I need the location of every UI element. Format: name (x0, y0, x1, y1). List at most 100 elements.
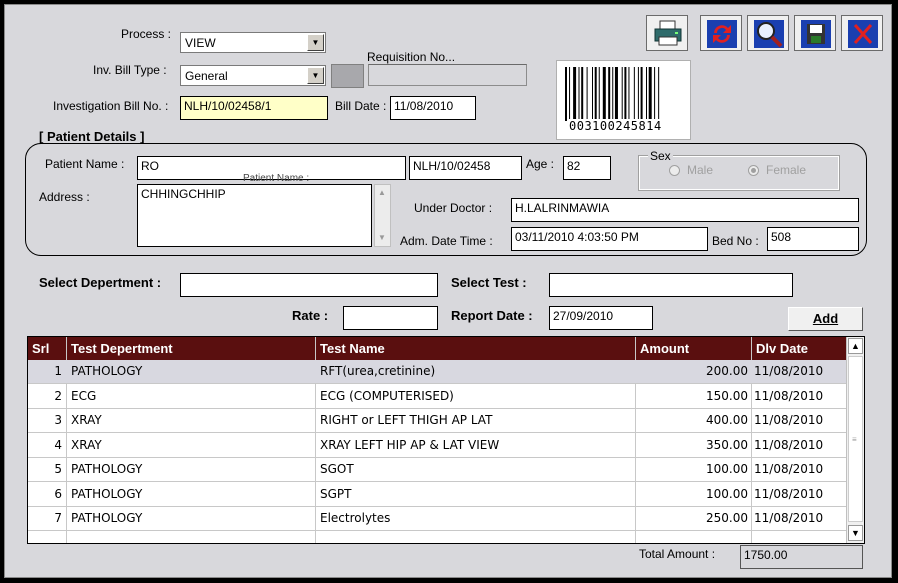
adm-date-time-field[interactable]: 03/11/2010 4:03:50 PM (511, 227, 708, 251)
investigation-bill-no-label: Investigation Bill No. : (53, 99, 169, 113)
age-label: Age : (526, 157, 555, 171)
select-department-field[interactable] (180, 273, 438, 297)
report-date-field[interactable]: 27/09/2010 (549, 306, 653, 330)
table-row[interactable]: 4 XRAY XRAY LEFT HIP AP & LAT VIEW 350.00 11… (28, 434, 846, 458)
row-dept: ECG (71, 388, 97, 403)
female-radio[interactable] (748, 165, 759, 176)
address-label: Address : (39, 190, 90, 204)
row-dept: PATHOLOGY (71, 486, 143, 501)
row-test: RIGHT or LEFT THIGH AP LAT (320, 413, 493, 427)
patient-id-field[interactable]: NLH/10/02458 (409, 156, 522, 180)
row-test: SGPT (320, 486, 352, 501)
select-department-label: Select Depertment : (39, 275, 162, 290)
rate-field[interactable] (343, 306, 438, 330)
row-date: 11/08/2010 (754, 437, 824, 452)
rate-label: Rate : (292, 308, 329, 323)
chevron-down-icon[interactable]: ▼ (307, 34, 324, 51)
tests-grid[interactable]: Srl Test Depertment Test Name Amount Dlv… (27, 336, 865, 544)
row-amount: 200.00 (706, 364, 748, 378)
row-test: Electrolytes (320, 511, 391, 525)
process-combo[interactable]: VIEW ▼ (180, 32, 326, 53)
col-date-header[interactable]: Dlv Date (756, 341, 808, 356)
barcode-number: 003100245814 (569, 119, 662, 133)
inv-bill-type-value: General (185, 69, 228, 83)
adm-date-time-label: Adm. Date Time : (400, 234, 493, 248)
row-date: 11/08/2010 (754, 388, 824, 403)
table-row[interactable]: 3 XRAY RIGHT or LEFT THIGH AP LAT 400.00 11/… (28, 409, 846, 433)
age-field[interactable]: 82 (563, 156, 611, 180)
col-test-header[interactable]: Test Name (320, 341, 385, 356)
table-row[interactable]: 5 PATHOLOGY SGOT 100.00 11/08/2010 (28, 458, 846, 482)
process-value: VIEW (185, 36, 216, 50)
male-radio[interactable] (669, 165, 680, 176)
chevron-down-icon[interactable]: ▼ (307, 67, 324, 84)
male-label: Male (687, 163, 714, 177)
row-srl: 4 (54, 437, 62, 452)
grid-header: Srl Test Depertment Test Name Amount Dlv… (28, 337, 846, 360)
row-dept: XRAY (71, 413, 102, 427)
row-srl: 2 (54, 388, 62, 403)
row-date: 11/08/2010 (754, 364, 824, 378)
bill-date-label: Bill Date : (335, 99, 387, 113)
table-row[interactable]: 6 PATHOLOGY SGPT 100.00 11/08/2010 (28, 483, 846, 507)
table-row[interactable]: 7 PATHOLOGY Electrolytes 250.00 11/08/2010 (28, 507, 846, 531)
row-date: 11/08/2010 (754, 462, 824, 476)
investigation-bill-form: Process : VIEW ▼ Inv. Bill Type : Genera… (4, 4, 892, 578)
address-field[interactable]: CHHINGCHHIP (137, 184, 372, 247)
close-icon (848, 20, 878, 48)
row-date: 11/08/2010 (754, 511, 824, 525)
under-doctor-field[interactable]: H.LALRINMAWIA (511, 198, 859, 222)
row-srl: 5 (54, 462, 62, 476)
row-dept: XRAY (71, 437, 102, 452)
process-label: Process : (121, 27, 172, 41)
row-dept: PATHOLOGY (71, 364, 143, 378)
row-amount: 100.00 (706, 462, 748, 476)
search-icon (754, 20, 784, 48)
col-amount-header[interactable]: Amount (640, 341, 689, 356)
barcode-image (565, 67, 660, 121)
requisition-no-label: Requisition No... (367, 50, 456, 64)
table-row[interactable]: 1 PATHOLOGY RFT(urea,cretinine) 200.00 11/08… (28, 360, 846, 384)
scroll-thumb[interactable]: ≡ (848, 356, 863, 522)
patient-details-heading: [ Patient Details ] (39, 129, 145, 144)
select-test-field[interactable] (549, 273, 793, 297)
report-date-label: Report Date : (451, 308, 533, 323)
inv-bill-type-label: Inv. Bill Type : (93, 63, 167, 77)
row-test: XRAY LEFT HIP AP & LAT VIEW (320, 437, 500, 452)
scroll-down-icon[interactable]: ▼ (848, 525, 863, 541)
row-date: 11/08/2010 (754, 413, 824, 427)
row-srl: 1 (54, 364, 62, 378)
col-srl-header[interactable]: Srl (32, 341, 49, 356)
search-button[interactable] (747, 15, 789, 51)
inv-bill-type-combo[interactable]: General ▼ (180, 65, 326, 86)
select-test-label: Select Test : (451, 275, 527, 290)
bill-date-field[interactable]: 11/08/2010 (390, 96, 476, 120)
patient-name-label: Patient Name : (45, 157, 125, 171)
sex-label: Sex (648, 149, 673, 163)
row-test: RFT(urea,cretinine) (320, 364, 436, 378)
row-dept: PATHOLOGY (71, 511, 143, 525)
row-test: ECG (COMPUTERISED) (320, 388, 454, 403)
requisition-lookup-button[interactable] (331, 64, 364, 88)
row-amount: 250.00 (706, 511, 748, 525)
refresh-button[interactable] (700, 15, 742, 51)
table-row[interactable]: 2 ECG ECG (COMPUTERISED) 150.00 11/08/2010 (28, 385, 846, 409)
address-scrollbar[interactable]: ▲ ▼ (374, 184, 391, 247)
row-dept: PATHOLOGY (71, 462, 143, 476)
scroll-up-icon[interactable]: ▲ (848, 338, 863, 354)
col-dept-header[interactable]: Test Depertment (71, 341, 173, 356)
barcode-panel: 003100245814 (556, 60, 691, 140)
row-srl: 6 (54, 486, 62, 501)
bed-no-label: Bed No : (712, 234, 759, 248)
print-button[interactable] (646, 15, 688, 51)
bed-no-field[interactable]: 508 (767, 227, 859, 251)
row-date: 11/08/2010 (754, 486, 824, 501)
requisition-no-field[interactable] (368, 64, 527, 86)
add-button[interactable]: Add (788, 307, 863, 331)
grid-scrollbar[interactable]: ▲ ≡ ▼ (846, 337, 864, 543)
investigation-bill-no-field[interactable]: NLH/10/02458/1 (180, 96, 328, 120)
save-button[interactable] (794, 15, 836, 51)
row-amount: 400.00 (706, 413, 748, 427)
total-amount-field: 1750.00 (740, 545, 863, 569)
close-button[interactable] (841, 15, 883, 51)
